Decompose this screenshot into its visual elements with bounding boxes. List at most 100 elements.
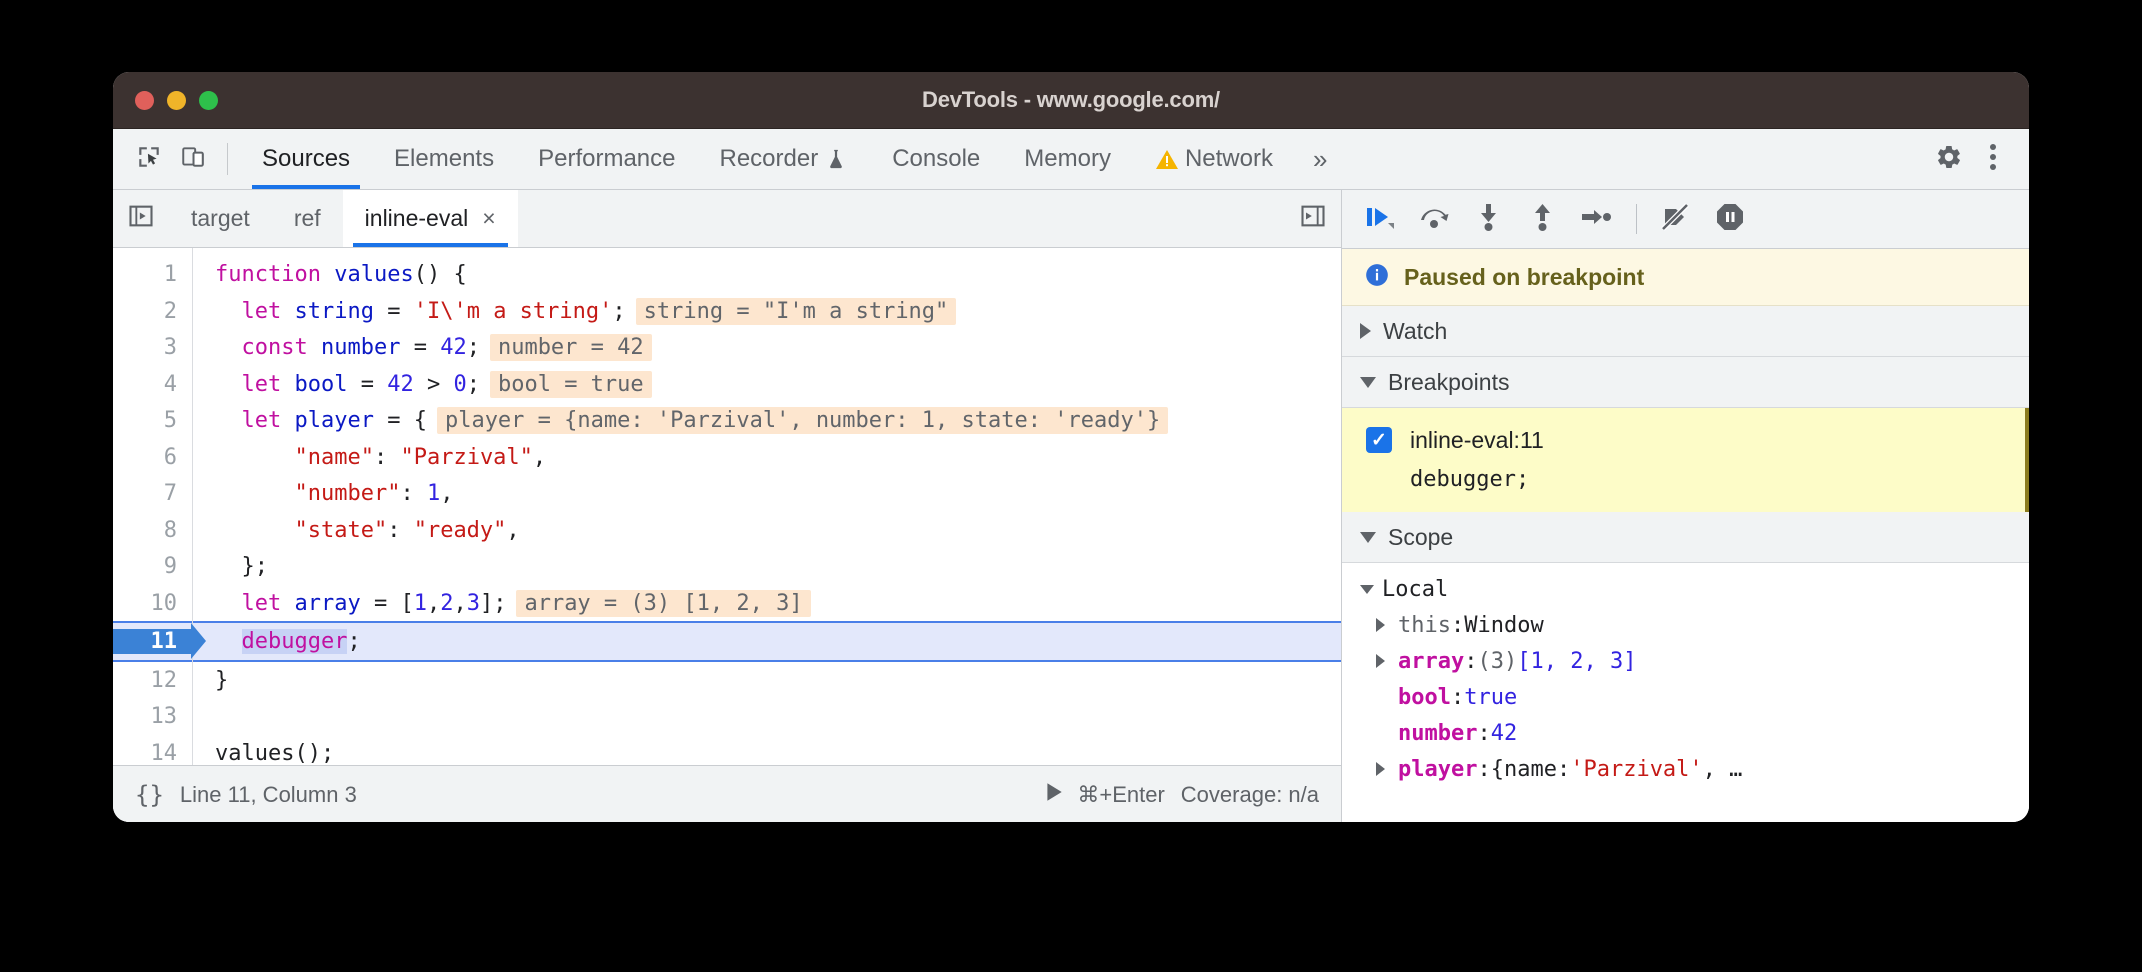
deactivate-breakpoints-button[interactable] — [1651, 194, 1701, 244]
file-tabs-spacer — [518, 190, 1285, 247]
chevron-right-icon — [1376, 762, 1398, 776]
settings-button[interactable] — [1927, 143, 1971, 176]
maximize-window-button[interactable] — [199, 91, 218, 110]
code-token: 42 — [440, 335, 467, 360]
code-line[interactable]: 8 "state": "ready", — [113, 512, 1341, 549]
scope-entry[interactable]: number: 42 — [1342, 715, 2029, 751]
tab-sources[interactable]: Sources — [240, 129, 372, 189]
show-navigator-button[interactable] — [113, 190, 169, 247]
show-debugger-button[interactable] — [1285, 190, 1341, 247]
chevron-right-icon — [1376, 618, 1398, 632]
scope-entry[interactable]: bool: true — [1342, 679, 2029, 715]
section-header-breakpoints[interactable]: Breakpoints — [1342, 357, 2029, 408]
line-number[interactable]: 5 — [113, 408, 191, 433]
tab-recorder[interactable]: Recorder — [697, 129, 870, 189]
close-tab-icon[interactable]: × — [482, 207, 495, 230]
code-token — [215, 629, 242, 654]
code-line[interactable]: 9 }; — [113, 548, 1341, 585]
code-token: "ready" — [414, 518, 507, 543]
pretty-print-button[interactable]: {} — [135, 781, 164, 809]
scope-entry[interactable]: array: (3) [1, 2, 3] — [1342, 643, 2029, 679]
code-line[interactable]: 2 let string = 'I\'m a string';string = … — [113, 293, 1341, 330]
code-line[interactable]: 14values(); — [113, 735, 1341, 765]
device-toolbar-button[interactable] — [171, 129, 215, 189]
step-out-icon — [1528, 201, 1558, 238]
line-number[interactable]: 2 — [113, 299, 191, 324]
code-token: bool — [294, 372, 347, 397]
line-number[interactable]: 3 — [113, 335, 191, 360]
scope-entry-name: array — [1398, 649, 1464, 674]
close-window-button[interactable] — [135, 91, 154, 110]
scope-entry-separator: : — [1464, 649, 1477, 674]
line-number[interactable]: 1 — [113, 262, 191, 287]
tab-performance[interactable]: Performance — [516, 129, 697, 189]
code-line[interactable]: 13 — [113, 698, 1341, 735]
code-line[interactable]: 1function values() { — [113, 256, 1341, 293]
inline-eval-value: bool = true — [490, 371, 652, 398]
line-number[interactable]: 7 — [113, 481, 191, 506]
scope-root-local[interactable]: Local — [1342, 571, 2029, 607]
scope-entry[interactable]: player: {name: 'Parzival', … — [1342, 751, 2029, 787]
breakpoint-enabled-checkbox[interactable]: ✓ — [1366, 427, 1392, 453]
code-line[interactable]: 6 "name": "Parzival", — [113, 439, 1341, 476]
code-line[interactable]: 7 "number": 1, — [113, 475, 1341, 512]
line-number[interactable]: 13 — [113, 704, 191, 729]
scope-entry[interactable]: this: Window — [1342, 607, 2029, 643]
inspect-element-button[interactable] — [127, 129, 171, 189]
file-tabbar: target ref inline-eval × — [113, 190, 1341, 248]
step-out-button[interactable] — [1518, 194, 1568, 244]
code-line[interactable]: 3 const number = 42;number = 42 — [113, 329, 1341, 366]
code-token: 3 — [467, 591, 480, 616]
window-traffic-lights — [135, 72, 218, 128]
breakpoint-item[interactable]: ✓ inline-eval:11 — [1342, 420, 2025, 460]
execution-pointer-icon — [191, 623, 206, 659]
code-line[interactable]: 4 let bool = 42 > 0;bool = true — [113, 366, 1341, 403]
coverage-status[interactable]: Coverage: n/a — [1181, 782, 1319, 808]
chevron-down-icon — [1360, 532, 1376, 543]
section-header-watch[interactable]: Watch — [1342, 306, 2029, 357]
tab-elements[interactable]: Elements — [372, 129, 516, 189]
window-title: DevTools - www.google.com/ — [113, 87, 2029, 113]
step-into-button[interactable] — [1464, 194, 1514, 244]
file-tab-inline-eval[interactable]: inline-eval × — [343, 190, 518, 247]
pause-on-exceptions-button[interactable] — [1705, 194, 1755, 244]
code-token: 1 — [414, 591, 427, 616]
file-tab-ref-label: ref — [294, 205, 321, 232]
code-token: ]; — [480, 591, 507, 616]
paused-banner: Paused on breakpoint — [1342, 249, 2029, 306]
tab-console[interactable]: Console — [870, 129, 1002, 189]
minimize-window-button[interactable] — [167, 91, 186, 110]
code-token: 42 — [387, 372, 414, 397]
resume-script-execution-button[interactable] — [1356, 194, 1406, 244]
file-tab-target[interactable]: target — [169, 190, 272, 247]
run-snippet-button[interactable]: ⌘+Enter — [1043, 781, 1164, 809]
code-line[interactable]: 11 debugger; — [113, 621, 1341, 662]
code-editor[interactable]: 1function values() {2 let string = 'I\'m… — [113, 248, 1341, 765]
code-line[interactable]: 12} — [113, 662, 1341, 699]
code-line[interactable]: 10 let array = [1,2,3];array = (3) [1, 2… — [113, 585, 1341, 622]
resume-icon — [1364, 201, 1398, 238]
line-number[interactable]: 12 — [113, 668, 191, 693]
line-number[interactable]: 10 — [113, 591, 191, 616]
code-line[interactable]: 5 let player = {player = {name: 'Parziva… — [113, 402, 1341, 439]
tab-network-label: Network — [1185, 145, 1273, 173]
more-tabs-button[interactable]: » — [1295, 129, 1345, 189]
main-menu-button[interactable] — [1971, 142, 2015, 177]
file-tab-ref[interactable]: ref — [272, 190, 343, 247]
step-over-button[interactable] — [1410, 194, 1460, 244]
scope-root-label: Local — [1382, 577, 1448, 602]
step-button[interactable] — [1572, 194, 1622, 244]
code-token: , — [453, 591, 466, 616]
line-number[interactable]: 8 — [113, 518, 191, 543]
code-line-text: const number = 42;number = 42 — [191, 335, 652, 360]
line-number[interactable]: 9 — [113, 554, 191, 579]
code-token: function — [215, 262, 334, 287]
line-number[interactable]: 4 — [113, 372, 191, 397]
line-number[interactable]: 6 — [113, 445, 191, 470]
line-number[interactable]: 14 — [113, 741, 191, 765]
line-number[interactable]: 11 — [113, 629, 191, 654]
scope-entry-separator: : — [1477, 721, 1490, 746]
tab-network[interactable]: Network — [1133, 129, 1295, 189]
section-header-scope[interactable]: Scope — [1342, 512, 2029, 563]
tab-memory[interactable]: Memory — [1002, 129, 1133, 189]
